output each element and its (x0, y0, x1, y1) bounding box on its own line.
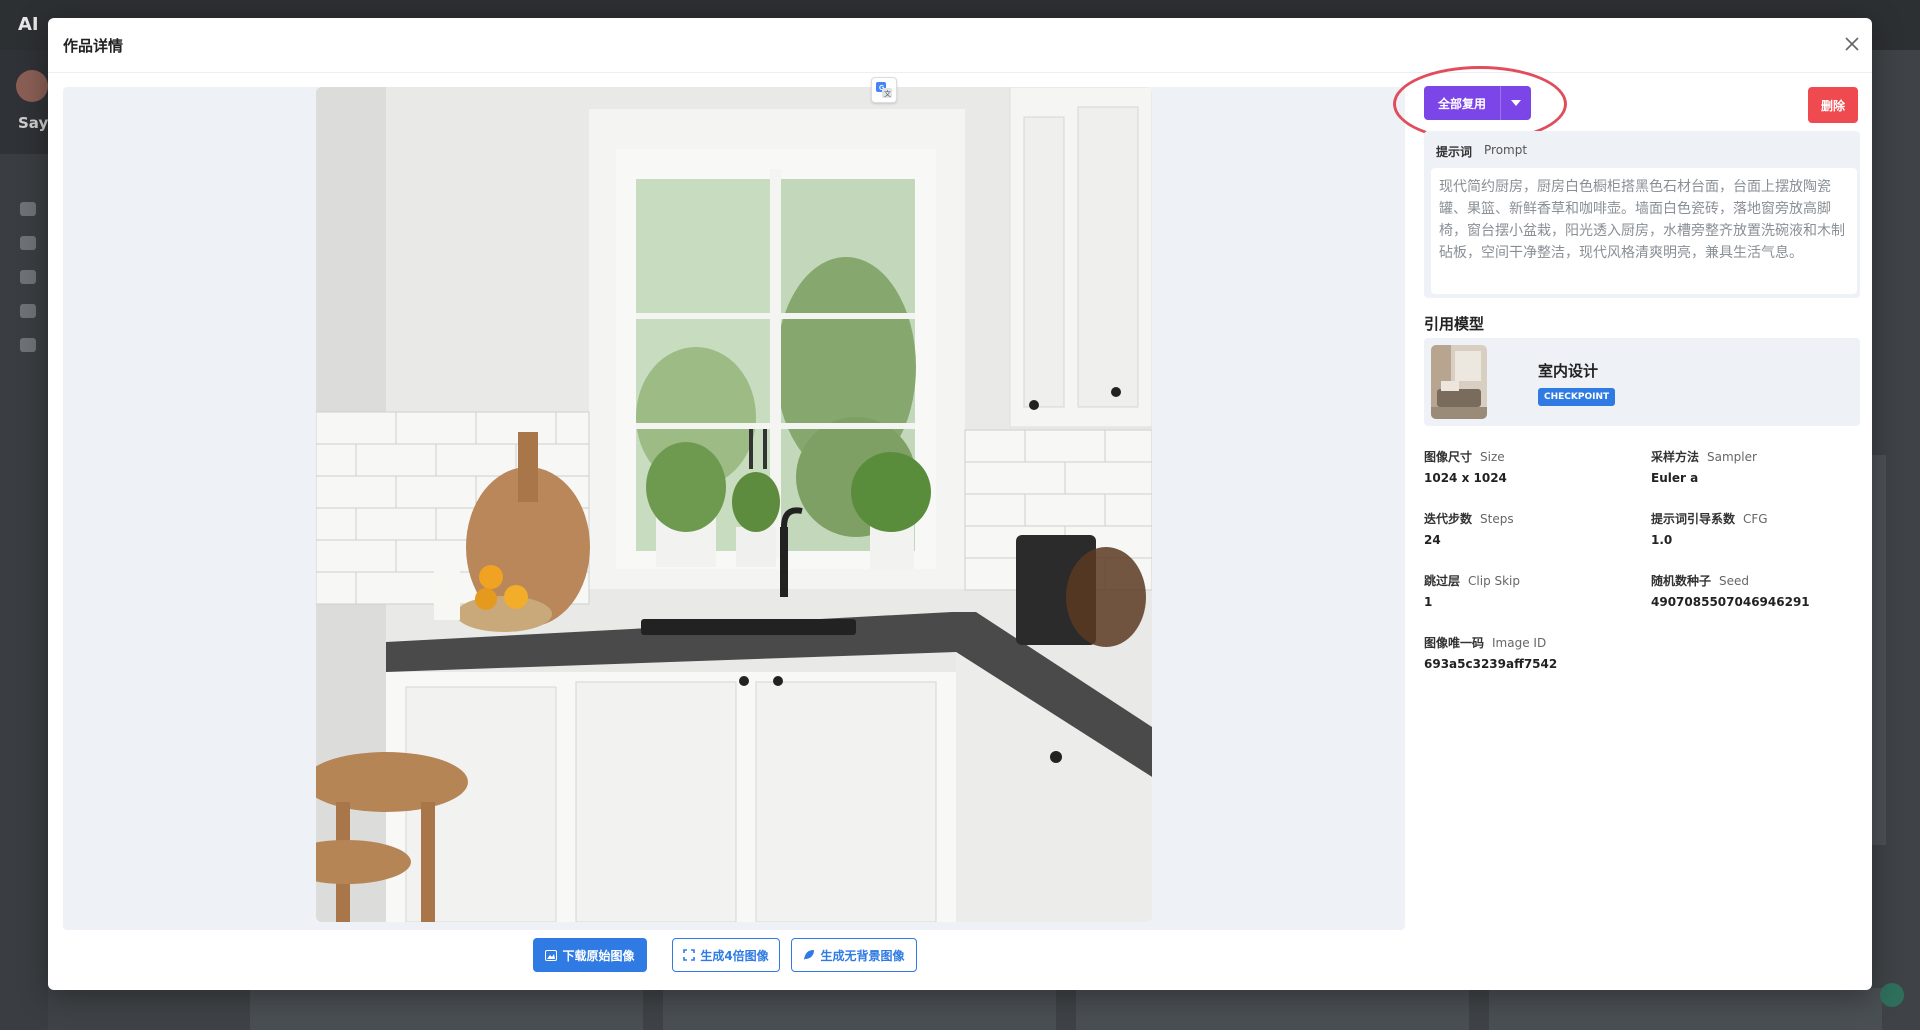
expand-icon (683, 949, 696, 961)
param-image-id-label-en: Image ID (1492, 636, 1547, 650)
param-clip-skip: 跳过层 Clip Skip 1 (1424, 570, 1520, 609)
param-steps-label-en: Steps (1480, 512, 1514, 526)
param-image-id-value: 693a5c3239aff7542 (1424, 657, 1558, 671)
svg-text:文: 文 (884, 89, 891, 98)
chat-icon (20, 270, 36, 284)
param-seed-value: 4907085507046946291 (1651, 595, 1810, 609)
param-sampler: 采样方法 Sampler Euler a (1651, 446, 1757, 485)
prompt-section: 提示词 Prompt 现代简约厨房，厨房白色橱柜搭黑色石材台面，台面上摆放陶瓷罐… (1424, 131, 1860, 298)
param-clip-skip-value: 1 (1424, 595, 1433, 609)
param-cfg-label-en: CFG (1743, 512, 1768, 526)
home-icon (20, 202, 36, 216)
store-icon (20, 304, 36, 318)
param-sampler-label: 采样方法 (1651, 450, 1700, 464)
param-clip-skip-label: 跳过层 (1424, 574, 1461, 588)
modal-header: 作品详情 (48, 18, 1872, 73)
leaf-icon (804, 950, 815, 960)
download-original-label: 下载原始图像 (562, 948, 635, 963)
prompt-label: 提示词 (1436, 145, 1473, 159)
close-icon[interactable] (1840, 32, 1864, 56)
param-cfg: 提示词引导系数 CFG 1.0 (1651, 508, 1768, 547)
model-name: 室内设计 (1538, 362, 1599, 380)
param-image-id: 图像唯一码 Image ID 693a5c3239aff7542 (1424, 632, 1557, 671)
prompt-label-en: Prompt (1484, 143, 1528, 157)
param-cfg-value: 1.0 (1651, 533, 1673, 547)
remove-background-button[interactable]: 生成无背景图像 (791, 938, 917, 972)
param-cfg-label: 提示词引导系数 (1651, 512, 1736, 526)
artwork-image[interactable] (316, 87, 1152, 922)
image-preview-area: G 文 (63, 77, 1405, 930)
param-sampler-value: Euler a (1651, 471, 1699, 485)
param-size-label: 图像尺寸 (1424, 450, 1473, 464)
param-size: 图像尺寸 Size 1024 x 1024 (1424, 446, 1507, 485)
download-original-button[interactable]: 下载原始图像 (533, 938, 647, 972)
background-card (663, 988, 1056, 1030)
chevron-down-icon[interactable] (1500, 86, 1531, 120)
param-seed: 随机数种子 Seed 4907085507046946291 (1651, 570, 1810, 609)
artwork-detail-modal: 作品详情 G 文 下载原始图像 生成4倍图像 生成无背景图像 全部复用 删除 提… (48, 18, 1872, 990)
background-panel (1872, 455, 1886, 845)
background-card (250, 988, 643, 1030)
prompt-text[interactable]: 现代简约厨房，厨房白色橱柜搭黑色石材台面，台面上摆放陶瓷罐、果篮、新鲜香草和咖啡… (1431, 168, 1857, 294)
param-seed-label-en: Seed (1719, 574, 1750, 588)
background-brand: AI (18, 14, 39, 35)
param-steps-value: 24 (1424, 533, 1441, 547)
param-sampler-label-en: Sampler (1707, 450, 1757, 464)
translate-icon[interactable]: G 文 (871, 77, 897, 103)
reuse-all-button[interactable]: 全部复用 (1424, 86, 1500, 120)
model-thumbnail (1431, 345, 1487, 419)
palette-icon (20, 236, 36, 250)
image-icon (545, 949, 558, 961)
model-heading: 引用模型 (1424, 315, 1485, 333)
param-clip-skip-label-en: Clip Skip (1468, 574, 1521, 588)
background-user (0, 50, 48, 154)
upscale-4x-button[interactable]: 生成4倍图像 (672, 938, 780, 972)
param-seed-label: 随机数种子 (1651, 574, 1712, 588)
param-steps-label: 迭代步数 (1424, 512, 1473, 526)
param-image-id-label: 图像唯一码 (1424, 636, 1485, 650)
param-steps: 迭代步数 Steps 24 (1424, 508, 1514, 547)
tag-icon (20, 338, 36, 352)
background-chat-bubble (1880, 983, 1904, 1007)
param-size-value: 1024 x 1024 (1424, 471, 1507, 485)
background-user-name: Say (18, 114, 49, 132)
remove-background-label: 生成无背景图像 (820, 948, 905, 963)
param-size-label-en: Size (1480, 450, 1505, 464)
reuse-all-button-group: 全部复用 (1424, 86, 1531, 120)
avatar (16, 70, 48, 102)
modal-title: 作品详情 (63, 37, 124, 55)
background-card (1076, 988, 1469, 1030)
model-type-badge: CHECKPOINT (1538, 388, 1616, 406)
background-sidebar (0, 50, 48, 1030)
delete-button[interactable]: 删除 (1808, 87, 1858, 123)
background-card (1489, 988, 1882, 1030)
model-card[interactable]: 室内设计 CHECKPOINT (1424, 338, 1860, 426)
upscale-4x-label: 生成4倍图像 (700, 948, 769, 963)
